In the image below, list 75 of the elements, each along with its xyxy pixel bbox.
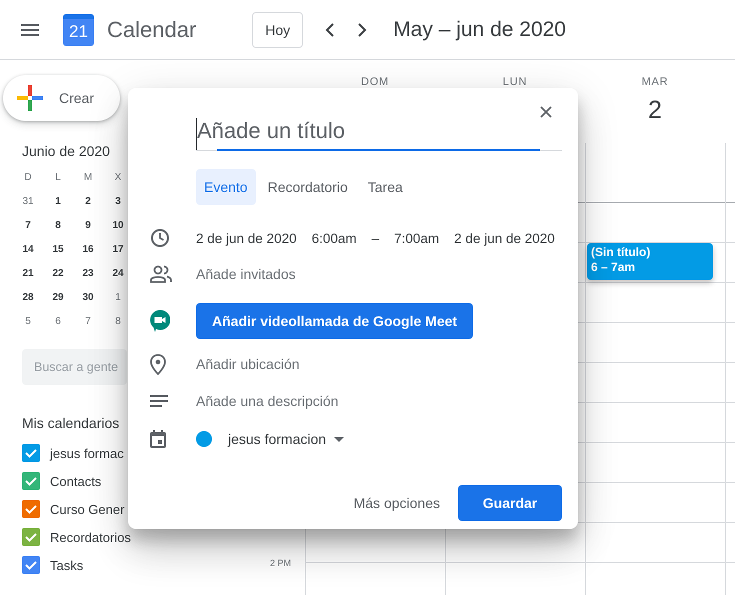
day-number[interactable]: 7 — [73, 309, 103, 333]
day-number[interactable]: 30 — [73, 285, 103, 309]
location-pin-icon — [150, 354, 166, 374]
weekday-label: DOM — [360, 76, 390, 88]
close-icon — [540, 106, 552, 118]
guests-field[interactable]: Añade invitados — [196, 266, 296, 282]
event-title: (Sin título) — [591, 245, 652, 260]
weekday-label: D — [23, 170, 33, 184]
video-call-icon — [150, 310, 170, 332]
end-time[interactable]: 7:00am — [394, 230, 440, 246]
checkbox[interactable] — [22, 528, 40, 546]
people-icon — [150, 265, 172, 283]
checkbox[interactable] — [22, 472, 40, 490]
day-number[interactable]: 29 — [43, 285, 73, 309]
weekday-label: LUN — [502, 76, 528, 88]
calendar-name: Curso Gener — [50, 502, 124, 516]
title-field[interactable]: Añade un título — [196, 118, 562, 151]
day-number[interactable]: 5 — [13, 309, 43, 333]
day-number[interactable]: 6 — [43, 309, 73, 333]
description-field[interactable]: Añade una descripción — [196, 393, 338, 409]
location-field[interactable]: Añadir ubicación — [196, 356, 300, 372]
day-number[interactable]: 2 — [73, 189, 103, 213]
weekday-label: MAR — [642, 76, 668, 88]
section-title: Mis calendarios — [22, 415, 120, 431]
checkbox[interactable] — [22, 444, 40, 462]
more-options-button[interactable]: Más opciones — [346, 485, 448, 521]
day-number[interactable]: 1 — [43, 189, 73, 213]
today-button[interactable]: Hoy — [252, 12, 304, 48]
clock-icon — [150, 228, 170, 248]
plus-icon — [17, 85, 43, 111]
description-icon — [150, 395, 168, 407]
tab[interactable]: Recordatorio — [260, 169, 356, 205]
caret-icon — [334, 436, 344, 442]
calendar-icon — [150, 430, 166, 448]
app-title: Calendar — [107, 16, 196, 42]
search-field[interactable]: Buscar a gente — [22, 349, 127, 385]
day-number[interactable]: 21 — [13, 261, 43, 285]
month-title: Junio de 2020 — [22, 143, 111, 159]
menu-icon[interactable] — [21, 24, 39, 36]
weekday-label: L — [54, 170, 62, 184]
tab[interactable]: Evento — [196, 169, 256, 205]
calendar-name: Contacts — [50, 474, 102, 488]
calendar-logo: 21 — [63, 14, 94, 46]
save-button[interactable]: Guardar — [458, 485, 562, 521]
meet-button[interactable]: Añadir videollamada de Google Meet — [196, 303, 474, 339]
day-number[interactable]: 28 — [13, 285, 43, 309]
day-number[interactable]: 7 — [13, 213, 43, 237]
start-date[interactable]: 2 de jun de 2020 — [196, 230, 297, 246]
event-time: 6 – 7am — [591, 260, 636, 275]
previous-icon[interactable] — [325, 22, 336, 36]
end-date[interactable]: 2 de jun de 2020 — [454, 230, 555, 246]
day-number[interactable]: 22 — [43, 261, 73, 285]
tab[interactable]: Tarea — [360, 169, 411, 205]
calendar-name: jesus formac — [50, 446, 124, 460]
day-number[interactable]: 2 — [648, 96, 662, 125]
calendar-name: Recordatorios — [50, 530, 131, 544]
checkbox[interactable] — [22, 556, 40, 574]
day-number[interactable]: 31 — [13, 189, 43, 213]
create-button[interactable]: Crear — [3, 75, 120, 121]
weekday-label: M — [82, 170, 94, 184]
date-range: May – jun de 2020 — [393, 18, 566, 42]
day-number[interactable]: 16 — [73, 237, 103, 261]
start-time[interactable]: 6:00am — [312, 230, 357, 246]
day-number[interactable]: 9 — [73, 213, 103, 237]
day-number[interactable]: 23 — [73, 261, 103, 285]
calendar-dropdown[interactable]: jesus formacion — [228, 431, 344, 447]
next-icon[interactable] — [357, 22, 368, 36]
time-separator: – — [372, 230, 380, 246]
checkbox[interactable] — [22, 500, 40, 518]
calendar-name: Tasks — [50, 558, 84, 572]
day-number[interactable]: 15 — [43, 237, 73, 261]
day-number[interactable]: 14 — [13, 237, 43, 261]
time-label: 2 PM — [270, 558, 291, 568]
weekday-label: X — [114, 170, 122, 184]
day-number[interactable]: 8 — [43, 213, 73, 237]
